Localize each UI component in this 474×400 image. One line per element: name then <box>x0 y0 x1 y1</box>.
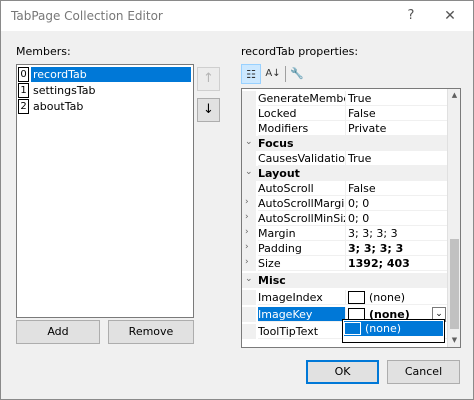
list-item-index: 1 <box>18 83 29 98</box>
property-row[interactable]: ImageIndex (none) <box>242 290 447 305</box>
property-name: Padding <box>258 241 345 256</box>
list-item-index: 0 <box>18 67 29 82</box>
row-gutter <box>242 181 256 196</box>
image-swatch <box>344 322 361 335</box>
scroll-down-icon[interactable]: ▼ <box>448 334 460 347</box>
category-label: Misc <box>258 274 286 287</box>
list-item-label: aboutTab <box>33 100 84 113</box>
property-name: CausesValidation <box>258 152 345 166</box>
category-layout[interactable]: ⌄ Layout <box>242 166 447 181</box>
dropdown-option[interactable]: (none) <box>344 321 443 336</box>
property-value[interactable]: 1392; 403 <box>345 256 447 271</box>
category-label: Layout <box>258 167 300 180</box>
row-gutter <box>242 324 256 339</box>
list-item-index: 2 <box>18 99 29 114</box>
chevron-right-icon[interactable]: › <box>245 212 249 222</box>
property-value[interactable]: 3; 3; 3; 3 <box>345 226 447 241</box>
property-name: ImageKey <box>258 307 345 322</box>
property-row[interactable]: › Margin 3; 3; 3; 3 <box>242 226 447 241</box>
toolbar-separator <box>285 66 286 82</box>
property-name: GenerateMember <box>258 92 345 106</box>
row-gutter <box>242 151 256 166</box>
property-value[interactable]: False <box>345 181 447 196</box>
property-row[interactable]: › Size 1392; 403 <box>242 256 447 271</box>
property-grid-body: GenerateMember True Locked False Modifie… <box>242 89 447 347</box>
arrow-down-icon: ↓ <box>203 102 214 117</box>
property-value[interactable]: False <box>345 106 447 121</box>
row-gutter <box>242 106 256 121</box>
list-item[interactable]: 2 aboutTab <box>18 99 192 114</box>
property-name: AutoScrollMargin <box>258 197 345 211</box>
ok-button[interactable]: OK <box>306 360 379 384</box>
property-value[interactable]: 0; 0 <box>345 211 447 226</box>
property-row[interactable]: Locked False <box>242 106 447 121</box>
arrow-up-icon: ↑ <box>203 71 214 86</box>
property-name: ToolTipText <box>258 324 345 339</box>
chevron-right-icon[interactable]: › <box>245 257 249 267</box>
category-misc[interactable]: ⌄ Misc <box>242 273 447 288</box>
property-name: Size <box>258 256 345 271</box>
wrench-icon[interactable]: 🔧 <box>287 64 307 84</box>
property-row[interactable]: Modifiers Private <box>242 121 447 136</box>
chevron-right-icon[interactable]: › <box>245 197 249 207</box>
window-title: TabPage Collection Editor <box>11 9 163 23</box>
add-button[interactable]: Add <box>16 320 100 344</box>
members-list[interactable]: 0 recordTab 1 settingsTab 2 aboutTab <box>16 64 194 318</box>
chevron-down-icon[interactable]: ⌄ <box>245 167 253 177</box>
help-icon[interactable]: ? <box>399 4 423 28</box>
property-name: AutoScroll <box>258 181 345 196</box>
image-key-dropdown[interactable]: (none) <box>342 319 445 343</box>
title-bar: TabPage Collection Editor ? ✕ <box>1 1 473 31</box>
image-swatch <box>348 291 365 304</box>
list-item-label: recordTab <box>31 67 191 82</box>
category-focus[interactable]: ⌄ Focus <box>242 136 447 151</box>
close-icon[interactable]: ✕ <box>433 4 467 28</box>
property-name: ImageIndex <box>258 290 345 305</box>
chevron-right-icon[interactable]: › <box>245 227 249 237</box>
property-value[interactable]: True <box>345 91 447 106</box>
property-name: Locked <box>258 106 345 121</box>
property-row[interactable]: › AutoScrollMargin 0; 0 <box>242 196 447 211</box>
list-item[interactable]: 0 recordTab <box>18 67 192 82</box>
category-label: Focus <box>258 137 294 150</box>
members-label: Members: <box>16 45 71 58</box>
property-value[interactable]: True <box>345 151 447 166</box>
property-name: Margin <box>258 226 345 241</box>
move-up-button[interactable]: ↑ <box>197 67 220 91</box>
properties-label: recordTab properties: <box>241 45 359 58</box>
property-value[interactable]: 3; 3; 3; 3 <box>345 241 447 256</box>
list-item-label: settingsTab <box>33 84 96 97</box>
row-gutter <box>242 91 256 106</box>
property-value-text: (none) <box>369 291 406 304</box>
scroll-thumb[interactable] <box>450 239 459 329</box>
list-item[interactable]: 1 settingsTab <box>18 83 192 98</box>
row-gutter <box>242 290 256 305</box>
property-row[interactable]: › AutoScrollMinSize 0; 0 <box>242 211 447 226</box>
move-down-button[interactable]: ↓ <box>197 98 220 122</box>
property-value[interactable]: 0; 0 <box>345 196 447 211</box>
row-gutter <box>242 307 256 322</box>
chevron-down-icon[interactable]: ⌄ <box>245 274 253 284</box>
collection-editor-dialog: TabPage Collection Editor ? ✕ Members: 0… <box>0 0 474 400</box>
property-name: AutoScrollMinSize <box>258 212 345 226</box>
property-name: Modifiers <box>258 121 345 136</box>
scroll-up-icon[interactable]: ▲ <box>448 89 460 102</box>
vertical-scrollbar[interactable]: ▲ ▼ <box>447 89 460 347</box>
property-grid-toolbar: ☷ A↓ 🔧 <box>241 64 305 86</box>
cancel-button[interactable]: Cancel <box>387 360 460 384</box>
chevron-right-icon[interactable]: › <box>245 242 249 252</box>
alphabetical-icon[interactable]: A↓ <box>263 64 283 84</box>
remove-button[interactable]: Remove <box>108 320 194 344</box>
property-grid[interactable]: GenerateMember True Locked False Modifie… <box>241 88 461 348</box>
chevron-down-icon[interactable]: ⌄ <box>245 137 253 147</box>
property-row[interactable]: › Padding 3; 3; 3; 3 <box>242 241 447 256</box>
property-row[interactable]: AutoScroll False <box>242 181 447 196</box>
property-row[interactable]: CausesValidation True <box>242 151 447 166</box>
property-value[interactable]: Private <box>345 121 447 136</box>
property-row[interactable]: GenerateMember True <box>242 91 447 106</box>
categorized-icon[interactable]: ☷ <box>241 64 261 84</box>
dropdown-option-label: (none) <box>365 322 402 335</box>
row-gutter <box>242 121 256 136</box>
property-value[interactable]: (none) <box>345 290 447 305</box>
